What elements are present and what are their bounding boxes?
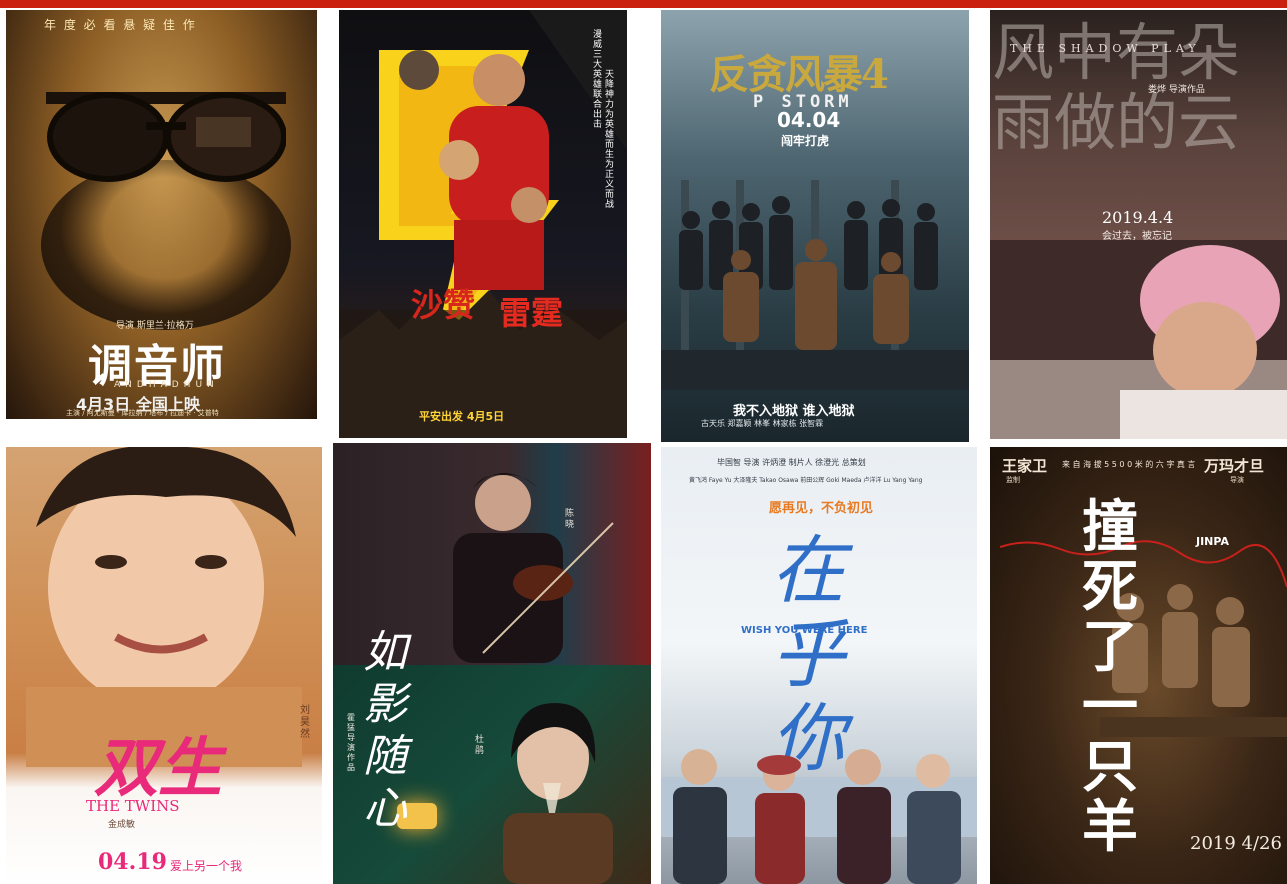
poster-p-storm[interactable]: 反贪风暴4 P STORM 04.04 闯牢打虎 我不入地狱 谁入地狱 古天乐 … [661, 10, 969, 442]
poster-date: 04.04 [777, 108, 841, 132]
poster-cast: 黄飞鸿 Faye Yu 大泽隆夫 Takao Osawa 前田公辉 Goki M… [689, 477, 923, 484]
poster-shazam[interactable]: 漫威三大英雄 联合出击 天降神力 为英雄而生 为正义而战 沙赞 雷霆 平安出发 … [339, 10, 627, 438]
poster-ru-ying-sui-xin[interactable]: 陈晓 杜鹃 霍猛 导演作品 如影随心 [333, 443, 651, 884]
poster-vertical-copy: 漫威三大英雄 联合出击 [593, 30, 603, 130]
poster-title: 如影随心 [363, 627, 407, 834]
poster-credit: 霍猛 导演作品 [347, 713, 355, 772]
poster-jinpa[interactable]: 王家卫 监制 来 自 海 拔 5 5 0 0 米 的 六 字 真 言 万玛才旦 … [990, 447, 1287, 884]
poster-title: 双生 [94, 731, 222, 806]
poster-tagline: 愿再见，不负初见 [769, 501, 874, 516]
cast-group-icon [661, 180, 969, 390]
sleeping-girl-icon [990, 240, 1287, 439]
poster-date: 2019.4.4 [1102, 208, 1174, 227]
poster-director: 王家卫 [1002, 457, 1048, 475]
four-characters-icon [661, 749, 977, 884]
sunglasses-icon [46, 92, 286, 182]
poster-tagline: 我不入地狱 谁入地狱 [733, 404, 855, 419]
poster-date-note: 闯牢打虎 [781, 134, 830, 148]
poster-actor-bottom: 杜鹃 [475, 735, 485, 756]
poster-title: 撞死了一只羊 [1082, 494, 1138, 860]
poster-director-note: 监制 [1006, 476, 1020, 484]
poster-subtitle-en: JINPA [1196, 535, 1229, 548]
poster-date: 04.19 [98, 849, 167, 875]
poster-actor: 万玛才旦 [1204, 457, 1265, 475]
woman-with-glass-icon [503, 703, 613, 884]
poster-the-twins[interactable]: 刘昊然 双生 THE TWINS 金成敏 04.19 爱上另一个我 [6, 447, 322, 884]
poster-subtitle-en: ANDHADHUN [114, 380, 219, 390]
poster-subtitle-en: WISH YOU WERE HERE [741, 625, 868, 636]
poster-top-credit: 毕国智 导演 许炳澄 制片人 徐澄光 总策划 [717, 458, 866, 467]
poster-tagline: 来 自 海 拔 5 5 0 0 米 的 六 字 真 言 [1062, 460, 1196, 469]
poster-subtitle-en: THE TWINS [86, 797, 180, 815]
poster-actor: 刘昊然 [300, 705, 310, 740]
poster-title-right: 雷霆 [499, 294, 564, 332]
poster-vertical-copy-2: 天降神力 为英雄而生 为正义而战 [605, 70, 615, 210]
poster-director: 金成敏 [108, 820, 136, 830]
violinist-icon [453, 473, 614, 663]
poster-title-left: 沙赞 [411, 286, 476, 324]
poster-cast: 主演 / 阿尤斯曼 · 库拉纳 / 塔布 / 拉迪卡 · 艾普特 [66, 409, 219, 417]
poster-release-banner: 平安出发 4月5日 [419, 410, 505, 423]
poster-logo-strip [6, 419, 317, 439]
poster-credit: 娄烨 导演作品 [1148, 85, 1205, 95]
poster-andhadhun[interactable]: 年 度 必 看 悬 疑 佳 作 导演 斯里兰·拉格万 调音师 ANDHADHUN… [6, 10, 317, 439]
top-accent-bar [0, 0, 1287, 8]
hero-figure-icon [399, 50, 549, 290]
poster-tagline: 爱上另一个我 [170, 859, 243, 873]
poster-cast: 古天乐 郑嘉颖 林峯 林家栋 张智霖 [701, 419, 824, 428]
poster-subtitle-en: THE SHADOW PLAY [1010, 42, 1201, 55]
poster-date: 2019 4/26 [1190, 833, 1282, 854]
poster-shadow-play[interactable]: 风中有朵 THE SHADOW PLAY 雨做的云 娄烨 导演作品 2019.4… [990, 10, 1287, 439]
poster-actor-top: 陈晓 [565, 509, 575, 530]
poster-actor-note: 导演 [1230, 476, 1244, 484]
poster-tagline: 年 度 必 看 悬 疑 佳 作 [44, 18, 197, 32]
poster-wish-you-were-here[interactable]: 毕国智 导演 许炳澄 制片人 徐澄光 总策划 黄飞鸿 Faye Yu 大泽隆夫 … [661, 447, 977, 884]
